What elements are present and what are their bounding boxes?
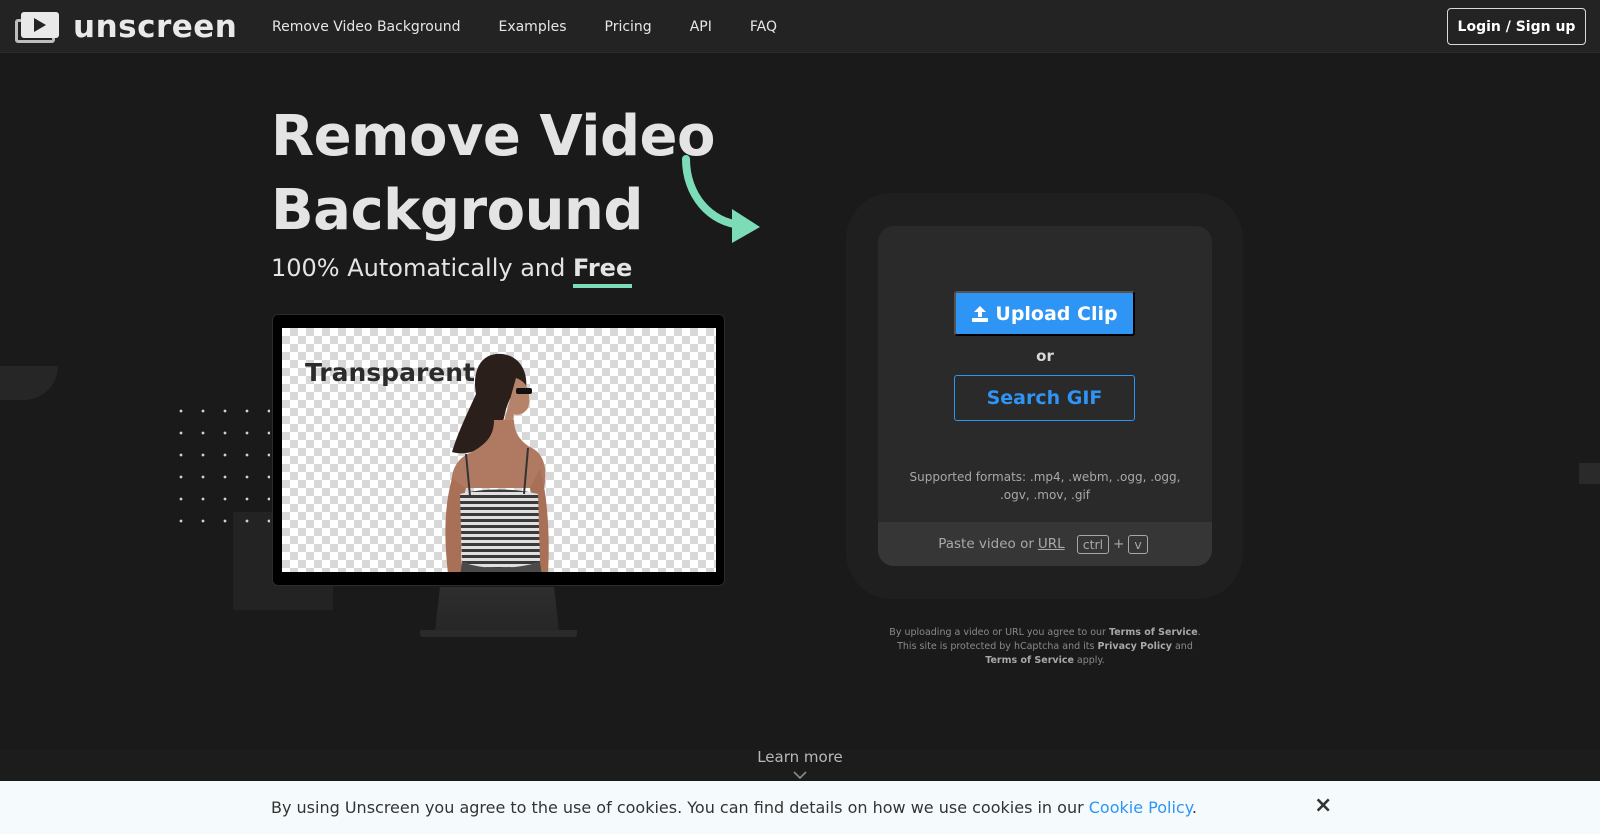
- logo[interactable]: unscreen: [15, 9, 238, 45]
- cookie-banner: By using Unscreen you agree to the use o…: [0, 781, 1600, 834]
- hero-subtitle-free: Free: [572, 254, 633, 288]
- paste-url-link[interactable]: URL: [1038, 536, 1065, 552]
- top-navigation: unscreen Remove Video Background Example…: [0, 0, 1600, 53]
- nav-link-examples[interactable]: Examples: [498, 19, 566, 35]
- decorative-half-circle: [0, 366, 58, 400]
- search-gif-button[interactable]: Search GIF: [954, 375, 1135, 421]
- supported-formats: Supported formats: .mp4, .webm, .ogg, .o…: [909, 470, 1181, 502]
- upload-icon: [972, 305, 989, 322]
- nav-link-pricing[interactable]: Pricing: [605, 19, 652, 35]
- nav-links: Remove Video Background Examples Pricing…: [272, 0, 815, 53]
- cookie-period: .: [1191, 798, 1197, 817]
- decorative-dot-grid: [170, 400, 270, 540]
- upload-card: Upload Clip or Search GIF Supported form…: [878, 226, 1212, 566]
- upload-clip-label: Upload Clip: [995, 302, 1118, 325]
- learn-more-link[interactable]: Learn more: [0, 748, 1600, 766]
- terms-of-service-link[interactable]: Terms of Service: [1109, 627, 1198, 638]
- or-separator: or: [1036, 347, 1054, 365]
- curved-arrow-icon: [682, 155, 760, 243]
- key-plus: +: [1113, 536, 1125, 552]
- privacy-policy-link[interactable]: Privacy Policy: [1098, 641, 1172, 652]
- nav-link-remove-video-background[interactable]: Remove Video Background: [272, 19, 460, 35]
- close-icon[interactable]: ×: [1314, 792, 1332, 820]
- nav-link-faq[interactable]: FAQ: [750, 19, 777, 35]
- paste-prefix: Paste video or: [938, 536, 1034, 552]
- hcaptcha-terms-link[interactable]: Terms of Service: [985, 655, 1074, 666]
- cookie-message: By using Unscreen you agree to the use o…: [271, 798, 1089, 817]
- side-tab[interactable]: [1579, 463, 1600, 484]
- hero-title-line2: Background: [271, 178, 643, 243]
- monitor-preview: Transparent: [272, 314, 725, 586]
- chevron-down-icon[interactable]: [792, 770, 808, 780]
- hero-subtitle-prefix: 100% Automatically and: [271, 254, 573, 282]
- unscreen-logo-icon: [15, 11, 59, 43]
- legal-text-1: By uploading a video or URL you agree to…: [889, 627, 1109, 638]
- hero-title-line1: Remove Video: [271, 104, 716, 169]
- monitor-stand-base: [420, 630, 577, 637]
- cookie-policy-link[interactable]: Cookie Policy: [1089, 798, 1192, 817]
- key-ctrl: ctrl: [1076, 534, 1110, 554]
- monitor-stand: [435, 587, 559, 631]
- upload-clip-button[interactable]: Upload Clip: [954, 291, 1135, 336]
- nav-link-api[interactable]: API: [690, 19, 712, 35]
- legal-notice: By uploading a video or URL you agree to…: [880, 626, 1210, 668]
- legal-text-3: and: [1171, 641, 1193, 652]
- key-v: v: [1128, 534, 1148, 554]
- transparent-preview-screen: Transparent: [282, 328, 716, 572]
- cookie-text: By using Unscreen you agree to the use o…: [271, 798, 1197, 817]
- legal-text-4: apply.: [1073, 655, 1105, 666]
- login-signup-button[interactable]: Login / Sign up: [1447, 8, 1586, 45]
- brand-name: unscreen: [73, 9, 238, 45]
- paste-video-bar[interactable]: Paste video or URL ctrl + v: [878, 522, 1212, 566]
- person-cutout-image: [445, 353, 549, 572]
- hero-title: Remove Video Background: [271, 100, 751, 248]
- hero-subtitle: 100% Automatically and Free: [271, 254, 633, 288]
